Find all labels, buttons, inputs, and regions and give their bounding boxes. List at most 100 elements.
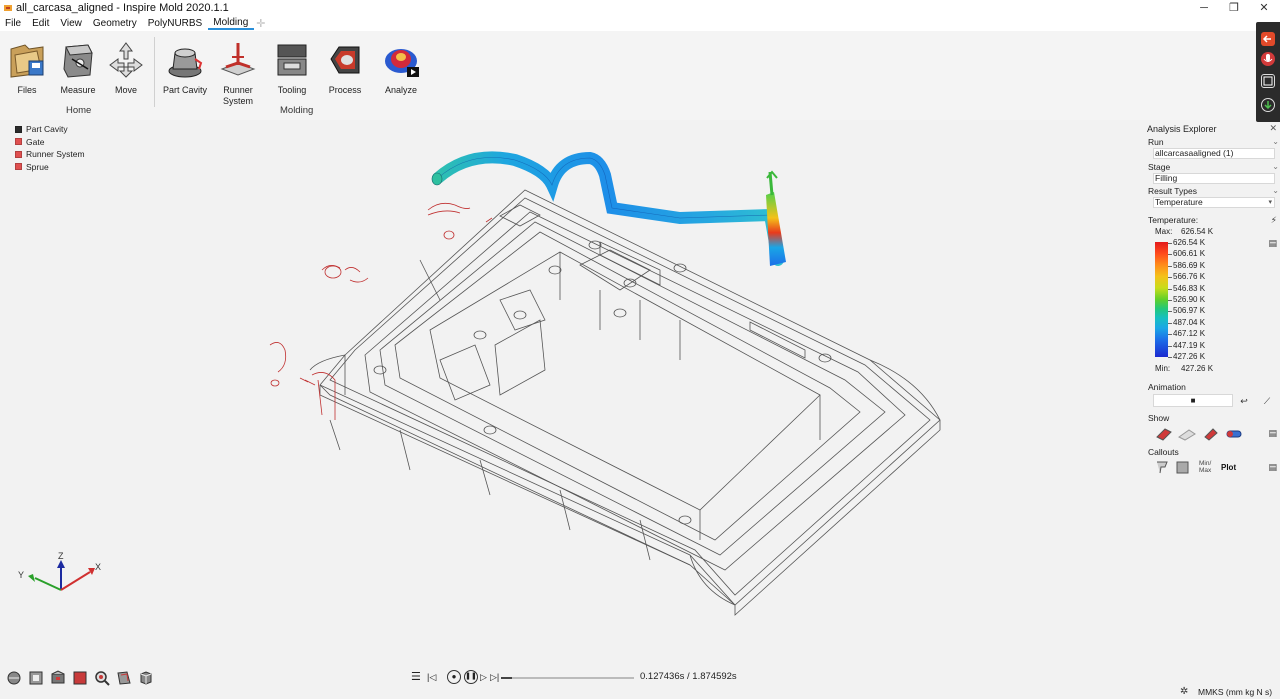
measure-icon xyxy=(63,44,93,78)
show-gate-icon[interactable] xyxy=(1204,428,1218,441)
temperature-color-scale xyxy=(1155,242,1168,357)
skip-start-icon[interactable]: |◁ xyxy=(427,671,436,683)
app-icon xyxy=(4,5,12,11)
group-home-label: Home xyxy=(66,105,92,116)
play-icon[interactable]: ▷ xyxy=(480,671,487,683)
units-gear-icon[interactable]: ✲ xyxy=(1180,686,1188,697)
menu-molding[interactable]: Molding xyxy=(208,17,255,30)
animation-stop-button[interactable]: ■ xyxy=(1153,394,1233,407)
result-type-value: Temperature xyxy=(1155,197,1203,207)
scale-label: 487.04 K xyxy=(1167,318,1206,327)
min-label: Min: xyxy=(1155,364,1171,373)
run-field[interactable]: allcarcasaaligned (1) xyxy=(1153,148,1275,159)
scale-label: 447.19 K xyxy=(1167,341,1206,350)
scale-label: 467.12 K xyxy=(1167,329,1206,338)
lightning-icon[interactable]: ⚡ xyxy=(1271,215,1277,226)
analysis-explorer-panel: Analysis Explorer ✕ Run ⌄ allcarcasaalig… xyxy=(1145,120,1280,665)
tooling-tool[interactable]: Tooling xyxy=(267,39,317,96)
group-molding-label: Molding xyxy=(280,105,314,116)
max-value: 626.54 K xyxy=(1181,227,1214,236)
callout-plot-button[interactable]: Plot xyxy=(1221,463,1236,472)
part-cavity-tool[interactable]: Part Cavity xyxy=(160,39,210,96)
record-icon[interactable]: ● xyxy=(447,670,461,684)
process-tool[interactable]: Process xyxy=(320,39,370,96)
scale-label: 526.90 K xyxy=(1167,295,1206,304)
stage-collapse-icon[interactable]: ⌄ xyxy=(1272,162,1279,171)
files-tool[interactable]: Files xyxy=(2,39,52,96)
show-part-icon[interactable] xyxy=(1156,428,1172,441)
runner-system-icon xyxy=(220,43,256,76)
callouts-menu-icon[interactable]: ▤ xyxy=(1268,462,1277,473)
section-icon[interactable] xyxy=(27,669,45,687)
menu-file[interactable]: File xyxy=(0,18,27,29)
close-button[interactable]: ✕ xyxy=(1248,0,1280,16)
result-type-select[interactable]: Temperature ▾ xyxy=(1153,197,1275,208)
max-label: Max: xyxy=(1155,227,1173,236)
restore-button[interactable]: ❐ xyxy=(1218,0,1250,16)
units-label[interactable]: MMKS (mm kg N s) xyxy=(1198,687,1272,697)
menu-view[interactable]: View xyxy=(55,18,88,29)
minimize-button[interactable]: ─ xyxy=(1188,0,1220,16)
stage-field[interactable]: Filling xyxy=(1153,173,1275,184)
model-viewport[interactable] xyxy=(0,120,1145,665)
result-types-label: Result Types xyxy=(1148,186,1197,196)
measure-tool[interactable]: Measure xyxy=(53,39,103,96)
axis-x-label: X xyxy=(95,562,102,572)
analysis-explorer-title: Analysis Explorer xyxy=(1147,124,1217,134)
move-tool[interactable]: Move xyxy=(101,39,151,96)
callouts-label: Callouts xyxy=(1148,447,1179,457)
show-label: Show xyxy=(1148,413,1170,423)
skip-end-icon[interactable]: ▷| xyxy=(490,671,499,683)
menu-geometry[interactable]: Geometry xyxy=(88,18,143,29)
pause-icon[interactable]: ❚❚ xyxy=(464,670,478,684)
run-collapse-icon[interactable]: ⌄ xyxy=(1272,137,1279,146)
dock-arrow-icon[interactable] xyxy=(1261,32,1275,46)
panel-close-icon[interactable]: ✕ xyxy=(1269,123,1277,134)
stage-label: Stage xyxy=(1148,162,1171,172)
show-runner-icon[interactable] xyxy=(1178,429,1196,441)
download-icon[interactable] xyxy=(1261,98,1275,112)
show-menu-icon[interactable]: ▤ xyxy=(1268,428,1277,439)
playback-time: 0.127436s / 1.874592s xyxy=(640,671,737,682)
callout-minmax-button[interactable]: Min/ Max xyxy=(1199,460,1211,474)
scale-label: 606.61 K xyxy=(1167,249,1206,258)
animation-settings-icon[interactable]: ⟋ xyxy=(1258,394,1276,408)
tooling-label: Tooling xyxy=(277,85,307,95)
menu-edit[interactable]: Edit xyxy=(27,18,55,29)
scale-label: 506.97 K xyxy=(1167,306,1206,315)
show-cooling-icon[interactable] xyxy=(1226,430,1242,438)
view-cube-icon[interactable] xyxy=(5,669,23,687)
animation-loop-icon[interactable]: ↩ xyxy=(1235,394,1253,408)
analyze-icon xyxy=(385,49,419,77)
ribbon: Files Measure Move Part Cavity Runner Sy… xyxy=(0,31,1280,120)
part-cavity-label: Part Cavity xyxy=(162,85,207,95)
tooling-icon xyxy=(277,44,307,76)
microphone-icon[interactable] xyxy=(1261,52,1275,66)
analyze-label: Analyze xyxy=(384,85,418,95)
temperature-title: Temperature: xyxy=(1148,215,1199,225)
runner-system-result xyxy=(431,151,786,266)
menu-polynurbs[interactable]: PolyNURBS xyxy=(143,18,208,29)
callout-probe-icon[interactable] xyxy=(1157,461,1168,474)
mold-view-icon[interactable] xyxy=(49,669,67,687)
callout-surface-icon[interactable] xyxy=(1176,461,1189,474)
box-view-icon[interactable] xyxy=(137,669,155,687)
axis-triad xyxy=(28,560,95,591)
scale-options-icon[interactable]: ▤ xyxy=(1268,238,1277,249)
bottom-bar: ☰ |◁ ● ❚❚ ▷ ▷| 0.127436s / 1.874592s ✲ M… xyxy=(0,665,1280,699)
add-tab-icon[interactable]: ✛ xyxy=(256,17,265,30)
analyze-tool[interactable]: Analyze xyxy=(376,39,426,96)
transparency-icon[interactable] xyxy=(115,669,133,687)
folder-icon xyxy=(10,44,44,78)
right-dock xyxy=(1256,22,1280,122)
shaded-view-icon[interactable] xyxy=(71,669,89,687)
process-label: Process xyxy=(328,85,362,95)
playback-slider[interactable] xyxy=(501,677,634,679)
result-types-collapse-icon[interactable]: ⌄ xyxy=(1272,186,1279,195)
scale-label: 626.54 K xyxy=(1167,238,1206,247)
screen-icon[interactable] xyxy=(1261,74,1275,88)
playback-menu-icon[interactable]: ☰ xyxy=(411,671,421,683)
runner-system-tool[interactable]: Runner System xyxy=(213,39,263,107)
dropdown-arrow-icon: ▾ xyxy=(1268,199,1272,206)
zoom-icon[interactable] xyxy=(93,669,111,687)
